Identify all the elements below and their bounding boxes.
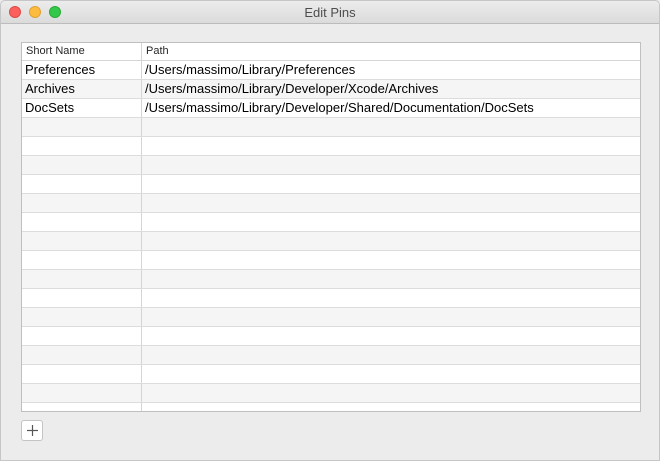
empty-table-row[interactable] [22,403,640,411]
short-name-cell [22,118,141,136]
short-name-cell [22,403,141,411]
table-body: Preferences/Users/massimo/Library/Prefer… [22,61,640,411]
empty-table-row[interactable] [22,289,640,308]
empty-table-row[interactable] [22,213,640,232]
empty-table-row[interactable] [22,175,640,194]
path-cell [141,346,640,364]
short-name-cell[interactable]: DocSets [22,99,141,117]
short-name-cell [22,346,141,364]
empty-table-row[interactable] [22,137,640,156]
table-row[interactable]: DocSets/Users/massimo/Library/Developer/… [22,99,640,118]
table-row[interactable]: Preferences/Users/massimo/Library/Prefer… [22,61,640,80]
empty-table-row[interactable] [22,346,640,365]
add-pin-button[interactable] [21,420,43,441]
path-cell [141,327,640,345]
pins-table[interactable]: Short Name Path Preferences/Users/massim… [21,42,641,412]
short-name-cell [22,289,141,307]
path-cell [141,365,640,383]
path-cell[interactable]: /Users/massimo/Library/Developer/Shared/… [141,99,640,117]
path-cell [141,270,640,288]
column-header-short-name[interactable]: Short Name [22,43,141,60]
empty-table-row[interactable] [22,365,640,384]
empty-table-row[interactable] [22,232,640,251]
path-cell [141,118,640,136]
column-header-path[interactable]: Path [141,43,640,60]
short-name-cell [22,270,141,288]
edit-pins-window: Edit Pins Short Name Path Preferences/Us… [0,0,660,461]
short-name-cell [22,308,141,326]
short-name-cell [22,365,141,383]
short-name-cell [22,327,141,345]
short-name-cell [22,137,141,155]
path-cell [141,232,640,250]
empty-table-row[interactable] [22,327,640,346]
empty-table-row[interactable] [22,308,640,327]
empty-table-row[interactable] [22,194,640,213]
table-row[interactable]: Archives/Users/massimo/Library/Developer… [22,80,640,99]
empty-table-row[interactable] [22,118,640,137]
path-cell [141,403,640,411]
path-cell[interactable]: /Users/massimo/Library/Developer/Xcode/A… [141,80,640,98]
short-name-cell[interactable]: Preferences [22,61,141,79]
path-cell[interactable]: /Users/massimo/Library/Preferences [141,61,640,79]
path-cell [141,175,640,193]
title-bar[interactable]: Edit Pins [1,1,659,24]
empty-table-row[interactable] [22,251,640,270]
path-cell [141,137,640,155]
path-cell [141,308,640,326]
short-name-cell [22,384,141,402]
short-name-cell [22,194,141,212]
path-cell [141,384,640,402]
short-name-cell [22,251,141,269]
plus-icon [27,425,38,436]
short-name-cell [22,232,141,250]
short-name-cell [22,213,141,231]
short-name-cell[interactable]: Archives [22,80,141,98]
empty-table-row[interactable] [22,156,640,175]
path-cell [141,194,640,212]
window-title: Edit Pins [304,5,356,20]
empty-table-row[interactable] [22,384,640,403]
short-name-cell [22,156,141,174]
table-header: Short Name Path [22,43,640,61]
empty-table-row[interactable] [22,270,640,289]
short-name-cell [22,175,141,193]
path-cell [141,156,640,174]
path-cell [141,213,640,231]
path-cell [141,251,640,269]
path-cell [141,289,640,307]
